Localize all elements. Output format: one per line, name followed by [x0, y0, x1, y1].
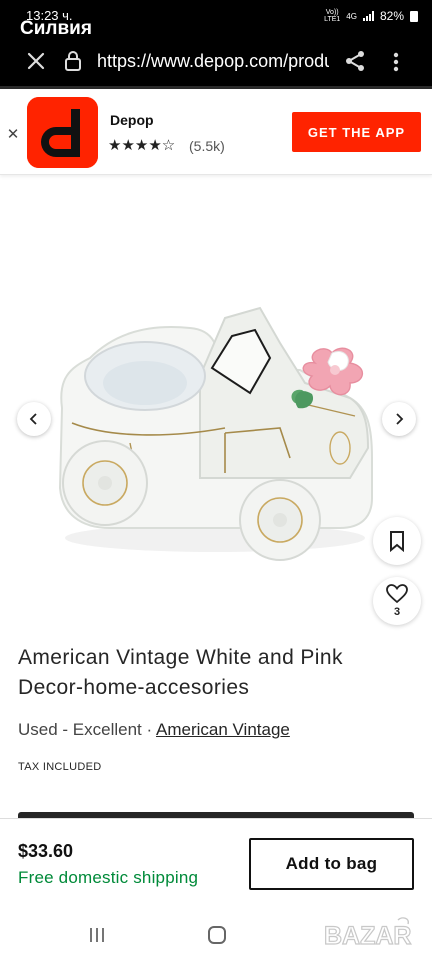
product-price: $33.60: [18, 841, 74, 861]
banner-close-icon[interactable]: ✕: [5, 125, 21, 143]
brand-link[interactable]: American Vintage: [156, 720, 290, 739]
lte-label: LTE1: [324, 16, 341, 23]
like-count: 3: [393, 606, 401, 618]
product-photo: [58, 306, 373, 561]
product-meta: Used - Excellent · American Vintage: [18, 720, 290, 740]
bookmark-icon: [390, 531, 404, 552]
product-condition: Used - Excellent: [18, 720, 142, 739]
status-indicators: Vo)) LTE1 4G 82%: [324, 9, 418, 23]
share-icon[interactable]: [344, 49, 366, 73]
recent-apps-icon[interactable]: [88, 927, 106, 943]
purchase-bar: $33.60 Free domestic shipping Add to bag: [0, 818, 432, 906]
more-vertical-icon[interactable]: [386, 50, 406, 74]
screen: 13:23 ч. Силвия Vo)) LTE1 4G 82% https:/…: [0, 0, 432, 960]
lock-icon[interactable]: [64, 50, 82, 72]
close-icon[interactable]: [24, 49, 48, 73]
chevron-left-icon: [29, 413, 37, 425]
app-install-banner: ✕ Depop ★★★★☆ (5.5k) GET THE APP: [0, 89, 432, 175]
signal-icon: [362, 11, 374, 21]
rating-stars: ★★★★☆: [108, 137, 176, 154]
url-field[interactable]: https://www.depop.com/products: [97, 51, 329, 72]
battery-percent: 82%: [379, 9, 404, 23]
meta-separator: ·: [146, 720, 153, 739]
volte-label: Vo)): [325, 9, 339, 16]
tax-note: TAX INCLUDED: [18, 761, 102, 773]
chevron-right-icon: [396, 413, 404, 425]
browser-toolbar: https://www.depop.com/products: [0, 38, 432, 86]
depop-logo-mark: [27, 97, 98, 168]
bazar-watermark: BAZAR: [322, 916, 424, 952]
home-icon[interactable]: [208, 926, 226, 944]
next-image-button[interactable]: [382, 402, 416, 436]
battery-icon: [410, 10, 418, 22]
like-button[interactable]: 3: [373, 577, 421, 625]
depop-logo: [27, 97, 98, 168]
status-bar: 13:23 ч. Силвия Vo)) LTE1 4G 82%: [0, 0, 432, 39]
get-the-app-button[interactable]: GET THE APP: [292, 112, 421, 152]
svg-text:BAZAR: BAZAR: [324, 922, 412, 950]
product-title: American Vintage White and Pink Decor-ho…: [18, 646, 343, 699]
bazar-watermark-logo: BAZAR: [323, 917, 412, 951]
banner-app-name: Depop: [110, 112, 154, 128]
save-button[interactable]: [373, 517, 421, 565]
product-image-carousel[interactable]: 3: [0, 180, 432, 630]
shipping-info: Free domestic shipping: [18, 868, 199, 887]
heart-icon: [386, 584, 408, 604]
volte-indicator: Vo)) LTE1: [324, 9, 340, 23]
system-nav-bar: BAZAR: [0, 906, 432, 960]
previous-image-button[interactable]: [17, 402, 51, 436]
contact-name-overlay: Силвия: [20, 18, 92, 39]
add-to-bag-button[interactable]: Add to bag: [249, 838, 414, 890]
rating-count: (5.5k): [189, 138, 225, 154]
network-type: 4G: [346, 11, 357, 21]
